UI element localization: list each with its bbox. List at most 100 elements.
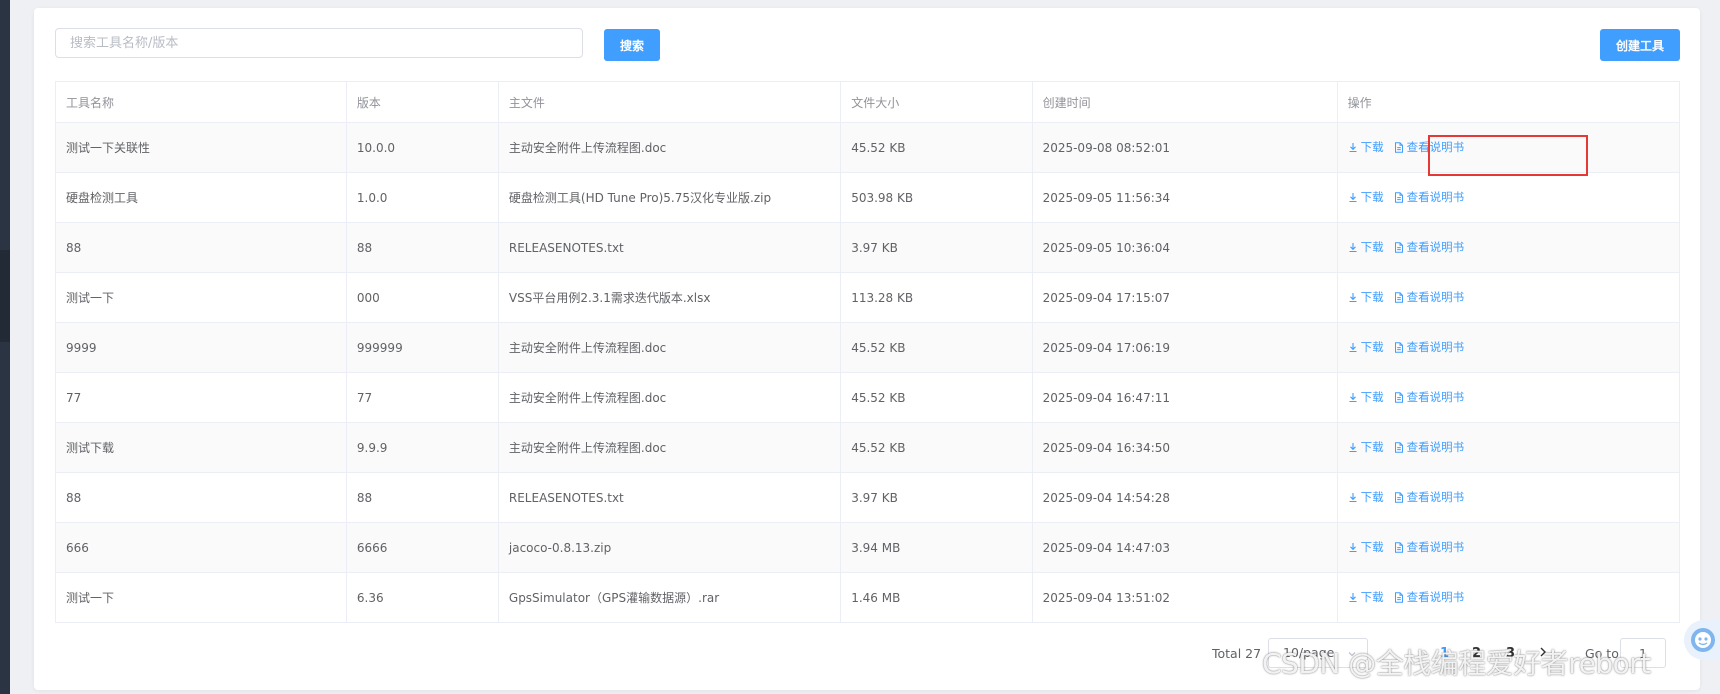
- download-label: 下载: [1360, 540, 1384, 555]
- cell-size: 45.52 KB: [840, 322, 1033, 373]
- table-row: 77 77 主动安全附件上传流程图.doc 45.52 KB 2025-09-04 16…: [55, 372, 1681, 423]
- cell-name: 测试一下关联性: [55, 122, 347, 173]
- cell-actions: 下载 查看说明书: [1336, 372, 1681, 423]
- document-icon: [1394, 342, 1407, 353]
- download-icon: [1348, 442, 1361, 453]
- view-manual-label: 查看说明书: [1406, 190, 1465, 205]
- document-icon: [1394, 542, 1407, 553]
- cell-version: 88: [345, 222, 499, 273]
- cell-version: 6666: [345, 522, 499, 573]
- download-label: 下载: [1360, 390, 1384, 405]
- view-manual-link[interactable]: 查看说明书: [1394, 339, 1464, 355]
- view-manual-link[interactable]: 查看说明书: [1394, 489, 1465, 505]
- cell-version: 6.36: [345, 572, 499, 623]
- cell-size: 45.52 KB: [840, 422, 1033, 473]
- cell-size: 45.52 KB: [840, 372, 1033, 423]
- chat-icon: [1691, 628, 1715, 652]
- pagination-total: Total 27: [1212, 646, 1262, 661]
- document-icon: [1394, 242, 1407, 253]
- cell-file: 主动安全附件上传流程图.doc: [497, 122, 842, 173]
- cell-file: RELEASENOTES.txt: [497, 472, 842, 523]
- download-label: 下载: [1360, 340, 1384, 355]
- download-label: 下载: [1360, 240, 1384, 255]
- download-link[interactable]: 下载: [1348, 189, 1384, 205]
- cell-created: 2025-09-04 16:34:50: [1031, 422, 1338, 473]
- cell-created: 2025-09-05 11:56:34: [1031, 172, 1338, 223]
- download-icon: [1348, 492, 1361, 503]
- view-manual-label: 查看说明书: [1406, 240, 1465, 255]
- download-icon: [1348, 142, 1361, 153]
- download-link[interactable]: 下载: [1348, 289, 1384, 305]
- document-icon: [1394, 492, 1407, 503]
- download-link[interactable]: 下载: [1348, 489, 1384, 505]
- search-button[interactable]: 搜索: [604, 29, 660, 61]
- cell-version: 000: [345, 272, 499, 323]
- download-label: 下载: [1360, 190, 1384, 205]
- column-header: 创建时间: [1031, 81, 1338, 123]
- view-manual-link[interactable]: 查看说明书: [1394, 289, 1464, 305]
- view-manual-label: 查看说明书: [1406, 490, 1465, 505]
- download-link[interactable]: 下载: [1348, 439, 1384, 455]
- create-tool-button[interactable]: 创建工具: [1600, 29, 1680, 61]
- column-header: 工具名称: [55, 81, 347, 123]
- search-input[interactable]: [55, 28, 583, 58]
- cell-actions: 下载 查看说明书: [1336, 122, 1681, 173]
- table-row: 9999 999999 主动安全附件上传流程图.doc 45.52 KB 2025-09…: [55, 322, 1681, 373]
- cell-file: 主动安全附件上传流程图.doc: [497, 372, 842, 423]
- cell-actions: 下载 查看说明书: [1336, 522, 1681, 573]
- cell-size: 503.98 KB: [840, 172, 1033, 223]
- download-link[interactable]: 下载: [1348, 389, 1384, 405]
- cell-created: 2025-09-04 16:47:11: [1031, 372, 1338, 423]
- download-icon: [1348, 192, 1361, 203]
- chat-assistant-button[interactable]: [1684, 620, 1720, 660]
- download-icon: [1348, 242, 1361, 253]
- cell-size: 113.28 KB: [840, 272, 1033, 323]
- cell-size: 45.52 KB: [840, 122, 1033, 173]
- cell-created: 2025-09-05 10:36:04: [1031, 222, 1338, 273]
- view-manual-link[interactable]: 查看说明书: [1394, 439, 1465, 455]
- view-manual-link[interactable]: 查看说明书: [1394, 589, 1464, 605]
- cell-name: 9999: [55, 322, 347, 373]
- table-row: 666 6666 jacoco-0.8.13.zip 3.94 MB 2025-09-0…: [55, 522, 1681, 573]
- cell-file: VSS平台用例2.3.1需求迭代版本.xlsx: [497, 272, 842, 323]
- cell-actions: 下载 查看说明书: [1336, 422, 1681, 473]
- cell-file: 主动安全附件上传流程图.doc: [497, 322, 842, 373]
- cell-name: 88: [55, 222, 347, 273]
- document-icon: [1394, 192, 1407, 203]
- cell-size: 1.46 MB: [840, 572, 1033, 623]
- document-icon: [1394, 142, 1407, 153]
- cell-created: 2025-09-04 13:51:02: [1031, 572, 1338, 623]
- document-icon: [1394, 442, 1407, 453]
- table-row: 88 88 RELEASENOTES.txt 3.97 KB 2025-09-04 14…: [55, 472, 1681, 523]
- download-link[interactable]: 下载: [1348, 139, 1384, 155]
- download-link[interactable]: 下载: [1348, 589, 1384, 605]
- view-manual-link[interactable]: 查看说明书: [1394, 189, 1465, 205]
- cell-version: 1.0.0: [345, 172, 499, 223]
- cell-actions: 下载 查看说明书: [1336, 222, 1681, 273]
- download-link[interactable]: 下载: [1348, 239, 1384, 255]
- cell-name: 77: [55, 372, 347, 423]
- view-manual-link[interactable]: 查看说明书: [1394, 389, 1465, 405]
- download-link[interactable]: 下载: [1348, 339, 1384, 355]
- download-link[interactable]: 下载: [1348, 539, 1384, 555]
- cell-name: 666: [55, 522, 347, 573]
- view-manual-label: 查看说明书: [1406, 440, 1465, 455]
- left-sidebar-edge: [0, 0, 10, 694]
- table-row: 硬盘检测工具 1.0.0 硬盘检测工具(HD Tune Pro)5.75汉化专业版.…: [55, 172, 1681, 223]
- view-manual-label: 查看说明书: [1406, 390, 1465, 405]
- cell-version: 9.9.9: [345, 422, 499, 473]
- document-icon: [1394, 592, 1407, 603]
- view-manual-link[interactable]: 查看说明书: [1394, 539, 1465, 555]
- view-manual-link[interactable]: 查看说明书: [1394, 139, 1465, 155]
- table-row: 测试一下 6.36 GpsSimulator（GPS灌输数据源）.rar 1.46 M…: [55, 572, 1681, 623]
- cell-actions: 下载 查看说明书: [1336, 472, 1681, 523]
- column-header: 文件大小: [840, 81, 1033, 123]
- cell-size: 3.94 MB: [840, 522, 1033, 573]
- view-manual-link[interactable]: 查看说明书: [1394, 239, 1465, 255]
- cell-file: RELEASENOTES.txt: [497, 222, 842, 273]
- view-manual-label: 查看说明书: [1406, 140, 1465, 155]
- cell-file: jacoco-0.8.13.zip: [497, 522, 842, 573]
- cell-version: 999999: [345, 322, 499, 373]
- table-header-row: 工具名称 版本 主文件 文件大小 创建时间 操作: [55, 81, 1681, 123]
- view-manual-label: 查看说明书: [1406, 540, 1465, 555]
